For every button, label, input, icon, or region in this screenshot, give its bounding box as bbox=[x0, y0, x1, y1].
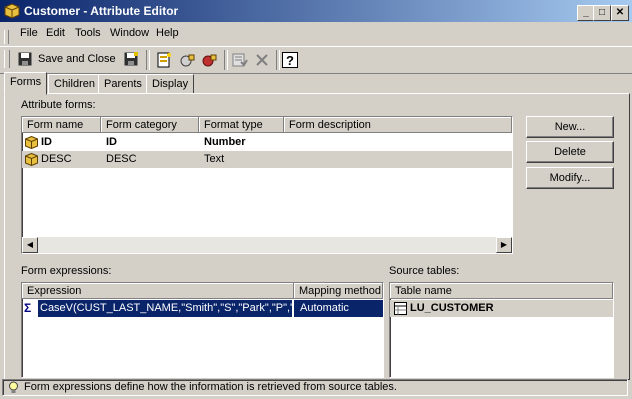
maximize-button[interactable]: □ bbox=[593, 5, 611, 21]
attribute-forms-label: Attribute forms: bbox=[21, 99, 96, 111]
save-button[interactable] bbox=[122, 50, 140, 70]
table-row[interactable]: ID ID Number bbox=[22, 134, 512, 151]
tab-forms[interactable]: Forms bbox=[4, 72, 48, 95]
menu-window[interactable]: Window bbox=[110, 27, 149, 39]
column-header-form-name[interactable]: Form name bbox=[22, 117, 101, 133]
expression-cell: CaseV(CUST_LAST_NAME,"Smith","S","Park",… bbox=[37, 299, 302, 318]
source-tables-table: Table name LU_CUSTOMER bbox=[389, 282, 614, 378]
scroll-right-icon[interactable]: ▶ bbox=[496, 237, 512, 253]
table-row[interactable]: LU_CUSTOMER bbox=[390, 300, 613, 317]
delete-button[interactable]: Delete bbox=[526, 141, 614, 163]
horizontal-scrollbar[interactable]: ◀ ▶ bbox=[22, 237, 512, 253]
mapping-method-cell: Automatic bbox=[294, 300, 383, 317]
form-cube-icon bbox=[25, 152, 38, 172]
close-button[interactable]: ✕ bbox=[611, 5, 629, 21]
save-and-close-button[interactable]: Save and Close bbox=[16, 50, 116, 70]
new-form-button[interactable] bbox=[154, 50, 174, 70]
help-question-icon: ? bbox=[281, 51, 299, 72]
format-type-cell: Number bbox=[204, 136, 246, 148]
scroll-left-icon[interactable]: ◀ bbox=[22, 237, 38, 253]
window-title: Customer - Attribute Editor bbox=[24, 4, 179, 18]
tab-children[interactable]: Children bbox=[48, 74, 101, 94]
table-row[interactable]: Σ CaseV(CUST_LAST_NAME,"Smith","S","Park… bbox=[22, 299, 383, 318]
form-expressions-label: Form expressions: bbox=[21, 265, 112, 277]
toolbar-separator bbox=[146, 50, 150, 70]
toolbar-grip bbox=[4, 50, 10, 68]
menu-bar: File Edit Tools Window Help bbox=[0, 24, 632, 44]
delete-toolbar-button[interactable] bbox=[252, 50, 272, 70]
tab-parents[interactable]: Parents bbox=[98, 74, 148, 94]
modify-button[interactable]: Modify... bbox=[526, 167, 614, 189]
status-bar: Form expressions define how the informat… bbox=[0, 378, 632, 399]
table-row[interactable]: DESC DESC Text bbox=[22, 151, 512, 168]
save-icon bbox=[18, 52, 32, 69]
form-category-cell: ID bbox=[106, 136, 117, 148]
menu-edit[interactable]: Edit bbox=[46, 27, 65, 39]
edit-properties-button[interactable] bbox=[230, 50, 250, 70]
properties-icon bbox=[232, 52, 248, 71]
attribute-icon bbox=[180, 52, 196, 71]
title-bar: Customer - Attribute Editor _ □ ✕ bbox=[0, 0, 632, 22]
status-text: Form expressions define how the informat… bbox=[24, 381, 397, 393]
menu-file[interactable]: File bbox=[20, 27, 38, 39]
app-icon bbox=[4, 3, 20, 22]
column-header-form-category[interactable]: Form category bbox=[101, 117, 199, 133]
sigma-icon: Σ bbox=[24, 301, 32, 315]
column-header-table-name[interactable]: Table name bbox=[390, 283, 613, 299]
attribute-button[interactable] bbox=[178, 50, 198, 70]
column-header-form-description[interactable]: Form description bbox=[284, 117, 512, 133]
delete-x-icon bbox=[254, 52, 270, 71]
toolbar: Save and Close ? bbox=[0, 46, 632, 74]
expression-button[interactable] bbox=[200, 50, 220, 70]
new-button[interactable]: New... bbox=[526, 116, 614, 138]
form-name-cell: DESC bbox=[41, 153, 72, 165]
expression-icon bbox=[202, 52, 218, 71]
attribute-forms-table: Form name Form category Format type Form… bbox=[21, 116, 513, 254]
tab-display[interactable]: Display bbox=[146, 74, 195, 94]
menu-tools[interactable]: Tools bbox=[75, 27, 101, 39]
column-header-format-type[interactable]: Format type bbox=[199, 117, 284, 133]
new-document-icon bbox=[156, 52, 172, 71]
svg-text:?: ? bbox=[286, 53, 294, 68]
help-button[interactable]: ? bbox=[280, 50, 300, 70]
toolbar-separator bbox=[224, 50, 228, 70]
format-type-cell: Text bbox=[204, 153, 225, 165]
menu-help[interactable]: Help bbox=[156, 27, 179, 39]
save-and-close-label: Save and Close bbox=[38, 53, 116, 65]
form-category-cell: DESC bbox=[106, 153, 137, 165]
table-icon bbox=[394, 302, 407, 321]
column-header-expression[interactable]: Expression bbox=[22, 283, 294, 299]
column-header-mapping-method[interactable]: Mapping method bbox=[294, 283, 383, 299]
source-tables-label: Source tables: bbox=[389, 265, 460, 277]
form-expressions-table: Expression Mapping method Σ CaseV(CUST_L… bbox=[21, 282, 384, 378]
status-panel: Form expressions define how the informat… bbox=[2, 379, 628, 396]
save-disk-icon bbox=[124, 52, 138, 69]
form-name-cell: ID bbox=[41, 136, 52, 148]
lightbulb-icon bbox=[7, 381, 20, 397]
table-name-cell: LU_CUSTOMER bbox=[410, 302, 494, 314]
